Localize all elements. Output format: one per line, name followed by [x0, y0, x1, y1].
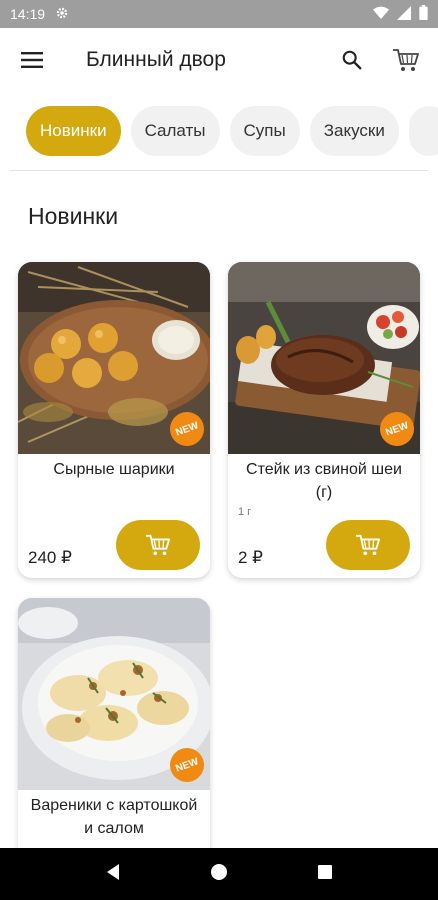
- add-to-cart-button[interactable]: [326, 520, 410, 570]
- search-icon[interactable]: [336, 44, 368, 76]
- home-icon[interactable]: [210, 863, 228, 886]
- status-time: 14:19: [10, 6, 46, 22]
- wifi-icon: [373, 6, 389, 23]
- system-nav-bar: [0, 848, 438, 900]
- app-bar: Блинный двор: [0, 28, 438, 92]
- chip-salads[interactable]: Салаты: [130, 106, 220, 156]
- recents-icon[interactable]: [317, 864, 333, 885]
- product-name: Вареники с картошкой и салом: [30, 797, 198, 837]
- battery-icon: [419, 5, 428, 23]
- status-bar: 14:19: [0, 0, 438, 28]
- product-price: 240 ₽: [28, 548, 72, 567]
- divider: [10, 170, 428, 171]
- product-weight: 1 г: [238, 506, 252, 518]
- menu-icon[interactable]: [16, 44, 48, 76]
- chip-soups[interactable]: Супы: [229, 106, 300, 156]
- product-photo: NEW: [18, 598, 210, 790]
- settings-icon: [55, 6, 69, 23]
- cart-icon[interactable]: [390, 44, 422, 76]
- product-name: Сырные шарики: [53, 461, 175, 478]
- category-chips: Новинки Салаты Супы Закуски: [0, 106, 438, 162]
- product-name: Стейк из свиной шеи (г): [246, 461, 402, 501]
- product-photo: NEW: [228, 262, 420, 454]
- signal-icon: [397, 5, 411, 23]
- section-title: Новинки: [28, 203, 119, 229]
- add-to-cart-button[interactable]: [116, 520, 200, 570]
- product-card[interactable]: NEW Стейк из свиной шеи (г) 1 г 2 ₽: [228, 262, 420, 578]
- chip-novinki[interactable]: Новинки: [26, 106, 121, 156]
- back-icon[interactable]: [105, 863, 121, 886]
- product-price: 2 ₽: [238, 548, 263, 567]
- chip-snacks[interactable]: Закуски: [309, 106, 399, 156]
- cart-icon: [356, 534, 380, 556]
- product-photo: NEW: [18, 262, 210, 454]
- page-title: Блинный двор: [86, 48, 226, 71]
- product-card[interactable]: NEW Сырные шарики 240 ₽: [18, 262, 210, 578]
- chip-more[interactable]: [408, 106, 438, 156]
- cart-icon: [146, 534, 170, 556]
